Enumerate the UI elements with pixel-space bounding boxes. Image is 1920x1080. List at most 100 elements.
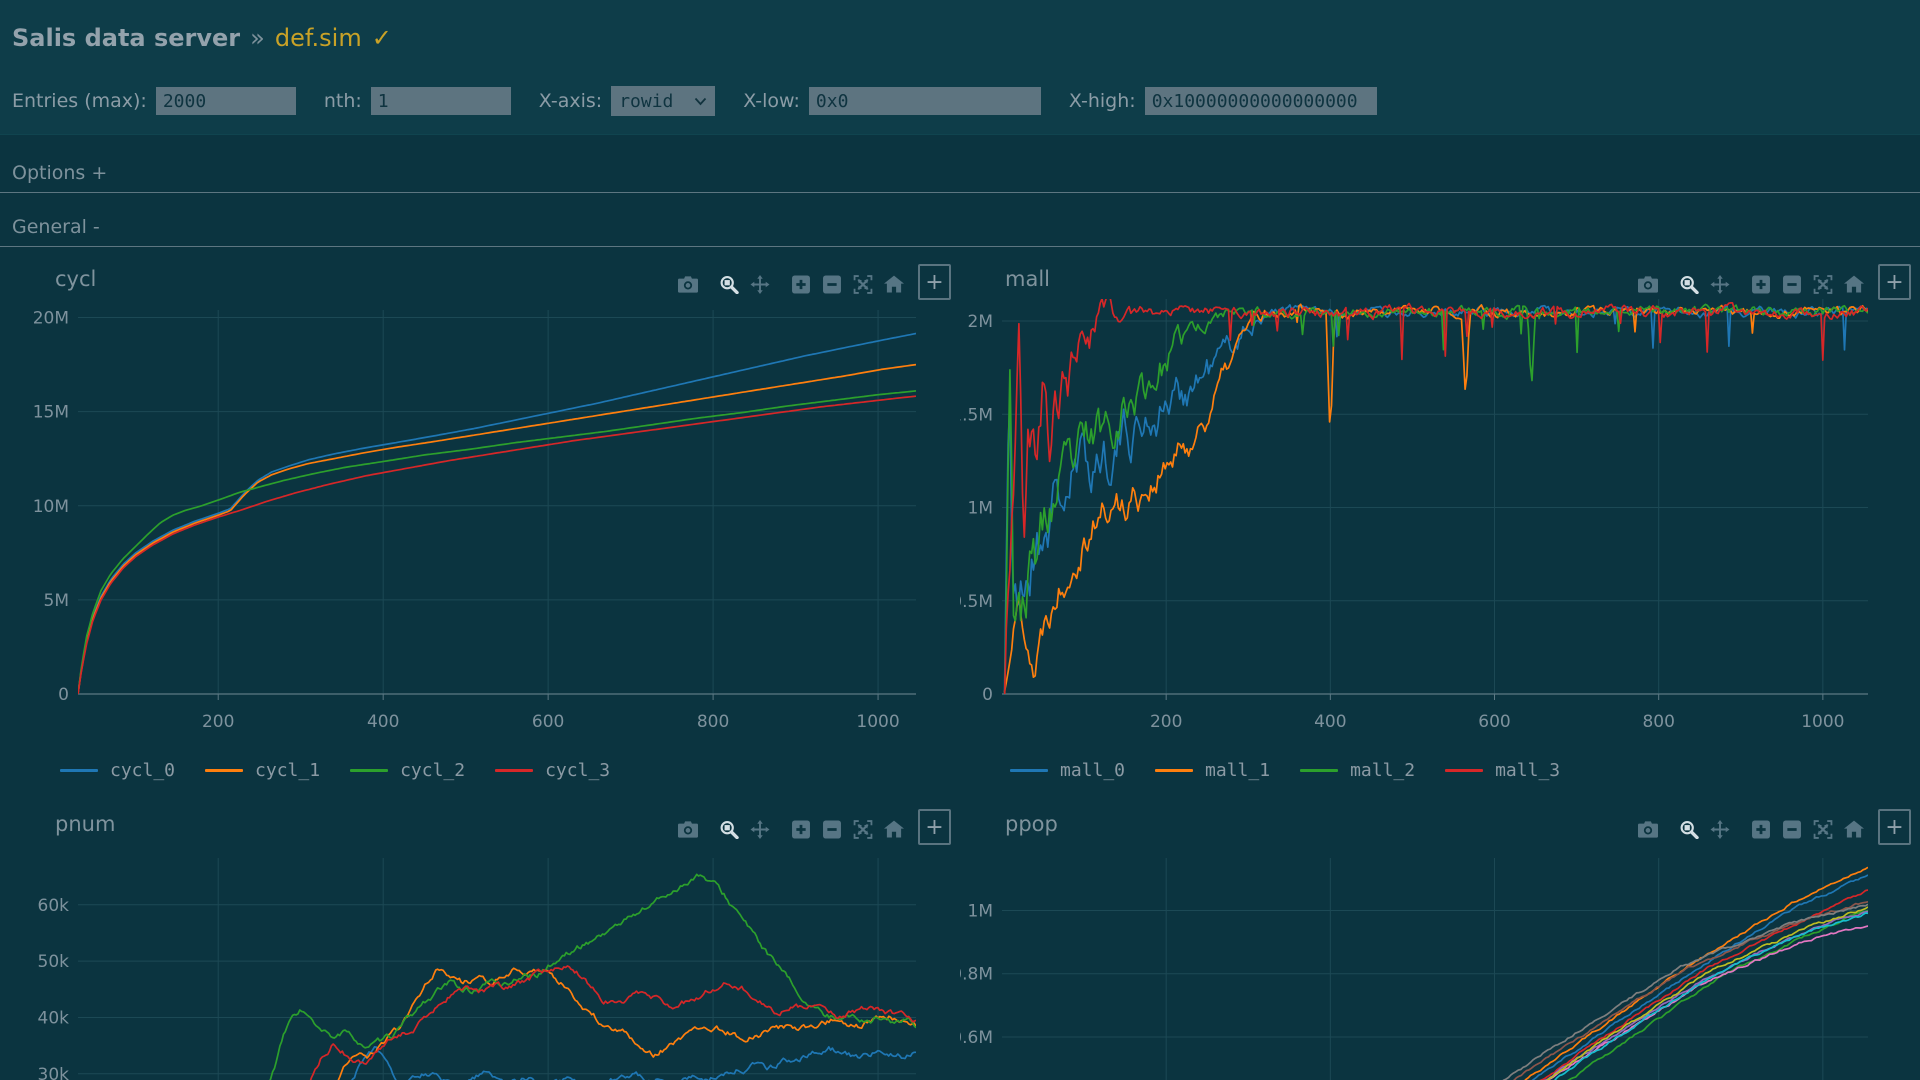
status-check-icon: ✓ xyxy=(372,24,392,52)
series-mall_0 xyxy=(1005,305,1869,696)
section-options-label: Options + xyxy=(12,162,107,184)
svg-text:0.6M: 0.6M xyxy=(960,1028,993,1048)
legend-swatch xyxy=(495,769,533,772)
breadcrumb: Salis data server » def.sim ✓ xyxy=(12,24,392,52)
section-general-label: General - xyxy=(12,216,100,238)
chart-legend: mall_0 mall_1 mall_2 mall_3 xyxy=(1010,760,1560,781)
plot-svg[interactable]: 200 400 600 800 1000 0 0.5M 1M 1.5M 2M xyxy=(960,255,1920,755)
svg-text:60k: 60k xyxy=(38,896,70,916)
series-cycl_2 xyxy=(78,391,916,694)
svg-text:1000: 1000 xyxy=(1801,712,1844,732)
legend-item-cycl_0[interactable]: cycl_0 xyxy=(60,760,175,781)
legend-swatch xyxy=(350,769,388,772)
legend-label: mall_2 xyxy=(1350,760,1415,781)
legend-item-mall_2[interactable]: mall_2 xyxy=(1300,760,1415,781)
svg-text:600: 600 xyxy=(532,712,564,732)
legend-label: cycl_2 xyxy=(400,760,465,781)
plot-svg[interactable]: 30k 40k 50k 60k xyxy=(0,800,960,1080)
chart-ppop: ppop +0.6M0.8M1M xyxy=(960,800,1920,1080)
nth-input[interactable] xyxy=(371,87,511,115)
series-cycl_3 xyxy=(78,396,916,694)
svg-text:1M: 1M xyxy=(968,499,993,519)
legend-item-mall_3[interactable]: mall_3 xyxy=(1445,760,1560,781)
svg-text:800: 800 xyxy=(1642,712,1674,732)
section-options-toggle[interactable]: Options + xyxy=(0,160,1920,193)
xhigh-input[interactable] xyxy=(1145,87,1377,115)
svg-text:0: 0 xyxy=(58,685,69,705)
series-pnum_1 xyxy=(327,968,916,1080)
legend-item-cycl_1[interactable]: cycl_1 xyxy=(205,760,320,781)
svg-text:50k: 50k xyxy=(38,952,70,972)
svg-text:800: 800 xyxy=(697,712,729,732)
svg-text:30k: 30k xyxy=(38,1065,70,1080)
xaxis-label: X-axis: xyxy=(539,90,602,112)
entries-label: Entries (max): xyxy=(12,90,147,112)
legend-label: mall_0 xyxy=(1060,760,1125,781)
legend-label: mall_3 xyxy=(1495,760,1560,781)
nth-group: nth: xyxy=(324,87,511,115)
svg-text:2M: 2M xyxy=(968,312,993,332)
legend-swatch xyxy=(205,769,243,772)
legend-swatch xyxy=(1445,769,1483,772)
series-mall_1 xyxy=(1005,304,1869,692)
svg-text:20M: 20M xyxy=(33,309,69,329)
svg-text:400: 400 xyxy=(1314,712,1346,732)
xlow-group: X-low: xyxy=(743,87,1041,115)
xhigh-group: X-high: xyxy=(1069,87,1377,115)
legend-label: mall_1 xyxy=(1205,760,1270,781)
series-mall_2 xyxy=(1005,304,1869,708)
series-ppop_9 xyxy=(1481,913,1868,1080)
chart-pnum: pnum +30k40k50k60k xyxy=(0,800,960,1080)
svg-text:10M: 10M xyxy=(33,497,69,517)
series-ppop_8 xyxy=(1477,907,1869,1080)
xaxis-group: X-axis: rowid xyxy=(539,86,715,116)
plot-svg[interactable]: 0.6M0.8M1M xyxy=(960,800,1920,1080)
chart-legend: cycl_0 cycl_1 cycl_2 cycl_3 xyxy=(60,760,610,781)
svg-text:0: 0 xyxy=(982,685,993,705)
svg-text:1000: 1000 xyxy=(856,712,899,732)
app-root: Salis data server » def.sim ✓ Entries (m… xyxy=(0,0,1920,1080)
app-header: Salis data server » def.sim ✓ Entries (m… xyxy=(0,0,1920,135)
svg-text:40k: 40k xyxy=(38,1008,70,1028)
series-pnum_0 xyxy=(344,1047,916,1080)
series-ppop_7 xyxy=(1427,904,1868,1080)
current-file-link[interactable]: def.sim xyxy=(275,24,362,52)
legend-swatch xyxy=(1300,769,1338,772)
plot-svg[interactable]: 200 400 600 800 1000 0 5M 10M 15M 20M xyxy=(0,255,960,755)
entries-input[interactable] xyxy=(156,87,296,115)
svg-text:200: 200 xyxy=(202,712,234,732)
legend-label: cycl_3 xyxy=(545,760,610,781)
legend-item-cycl_2[interactable]: cycl_2 xyxy=(350,760,465,781)
controls-toolbar: Entries (max): nth: X-axis: rowid X-low:… xyxy=(12,86,1405,116)
legend-item-mall_1[interactable]: mall_1 xyxy=(1155,760,1270,781)
breadcrumb-separator: » xyxy=(250,24,265,52)
series-cycl_0 xyxy=(78,334,916,695)
chart-cycl: cycl +200400600800100005M10M15M20Mcycl_0… xyxy=(0,255,960,800)
svg-text:1.5M: 1.5M xyxy=(960,405,993,425)
svg-text:5M: 5M xyxy=(44,591,69,611)
series-mall_3 xyxy=(1005,293,1869,702)
legend-item-mall_0[interactable]: mall_0 xyxy=(1010,760,1125,781)
legend-swatch xyxy=(1010,769,1048,772)
svg-text:400: 400 xyxy=(367,712,399,732)
svg-text:200: 200 xyxy=(1150,712,1182,732)
nth-label: nth: xyxy=(324,90,362,112)
entries-group: Entries (max): xyxy=(12,87,296,115)
svg-text:0.8M: 0.8M xyxy=(960,965,993,985)
app-title: Salis data server xyxy=(12,24,240,52)
xlow-input[interactable] xyxy=(809,87,1041,115)
legend-label: cycl_1 xyxy=(255,760,320,781)
section-general-toggle[interactable]: General - xyxy=(0,214,1920,247)
chart-mall: mall +200400600800100000.5M1M1.5M2Mmall_… xyxy=(960,255,1920,800)
legend-item-cycl_3[interactable]: cycl_3 xyxy=(495,760,610,781)
svg-text:0.5M: 0.5M xyxy=(960,592,993,612)
chevron-down-icon xyxy=(694,97,707,106)
svg-text:15M: 15M xyxy=(33,403,69,423)
svg-text:600: 600 xyxy=(1478,712,1510,732)
xaxis-select[interactable]: rowid xyxy=(611,86,715,116)
xaxis-select-value: rowid xyxy=(619,91,673,112)
xlow-label: X-low: xyxy=(743,90,800,112)
legend-swatch xyxy=(1155,769,1193,772)
legend-swatch xyxy=(60,769,98,772)
xhigh-label: X-high: xyxy=(1069,90,1136,112)
